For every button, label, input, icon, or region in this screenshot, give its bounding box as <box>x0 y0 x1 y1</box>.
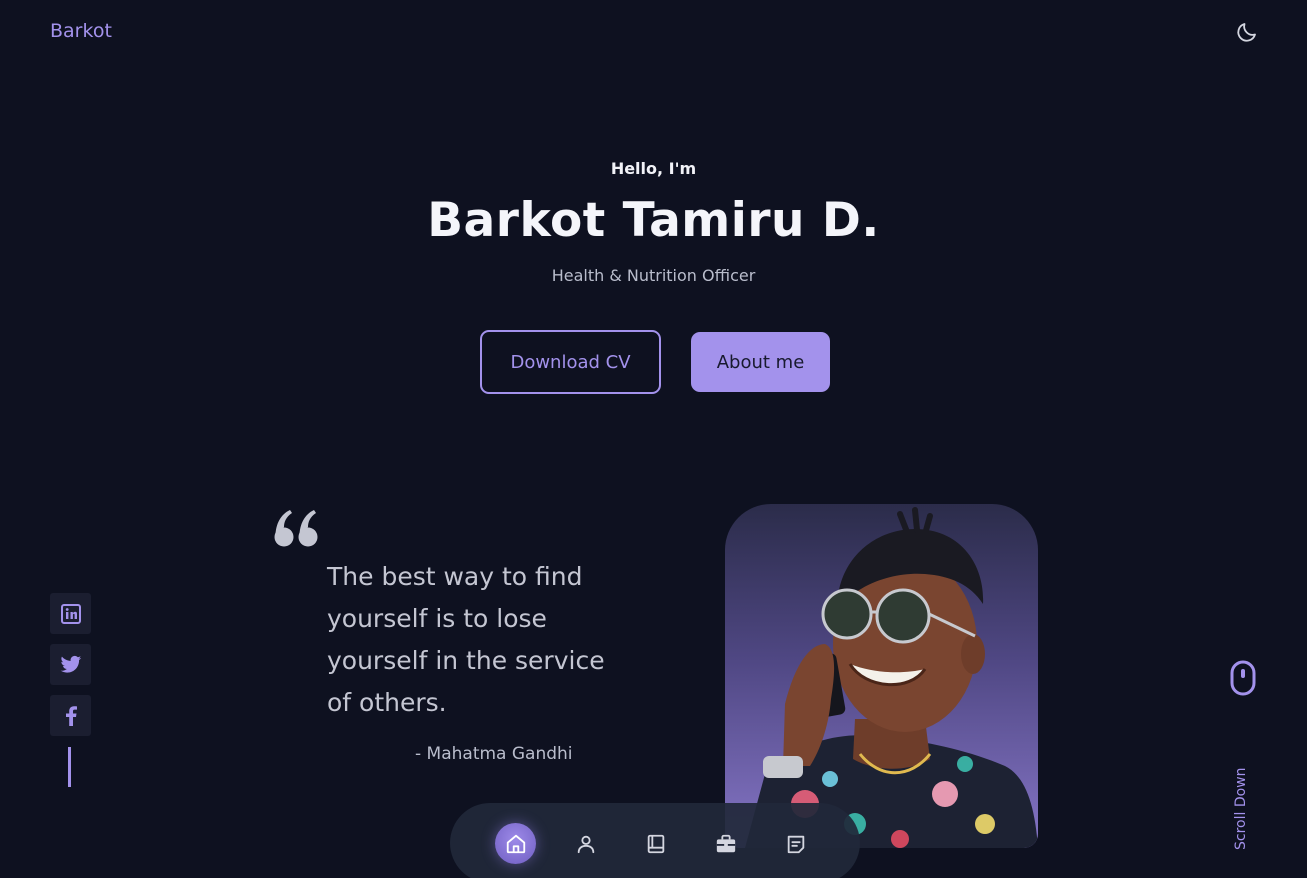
book-icon <box>647 834 664 853</box>
home-icon <box>506 834 525 853</box>
theme-toggle-button[interactable] <box>1234 19 1260 45</box>
person-portrait <box>745 507 1038 848</box>
nav-resume[interactable] <box>635 823 676 864</box>
twitter-link[interactable] <box>50 644 91 685</box>
about-me-button[interactable]: About me <box>691 332 830 392</box>
profile-photo <box>725 504 1038 848</box>
page-title: Barkot Tamiru D. <box>427 193 880 248</box>
site-logo[interactable]: Barkot <box>50 20 112 42</box>
twitter-icon <box>60 655 81 673</box>
mouse-icon <box>1230 660 1256 696</box>
message-icon <box>787 835 804 853</box>
bottom-nav <box>450 803 860 878</box>
quote-icon <box>274 510 318 547</box>
download-cv-button[interactable]: Download CV <box>480 330 661 394</box>
job-title: Health & Nutrition Officer <box>551 266 756 285</box>
user-icon <box>577 835 594 853</box>
moon-icon <box>1237 23 1256 42</box>
facebook-link[interactable] <box>50 695 91 736</box>
social-links <box>50 593 91 736</box>
facebook-icon <box>65 705 77 726</box>
linkedin-link[interactable] <box>50 593 91 634</box>
greeting: Hello, I'm <box>610 159 697 178</box>
nav-about[interactable] <box>565 823 606 864</box>
linkedin-icon <box>60 603 81 624</box>
nav-portfolio[interactable] <box>705 823 746 864</box>
quote-text: The best way to find yourself is to lose… <box>327 562 605 717</box>
briefcase-icon <box>716 834 735 852</box>
nav-home[interactable] <box>495 823 536 864</box>
scroll-down-link[interactable]: Scroll Down <box>1228 660 1258 850</box>
quote-author: - Mahatma Gandhi <box>415 744 573 764</box>
nav-contact[interactable] <box>775 823 816 864</box>
page: Barkot Hello, I'm Barkot Tamiru D. Healt… <box>0 0 1307 878</box>
social-divider-line <box>68 747 71 787</box>
scroll-down-label: Scroll Down <box>1233 767 1249 851</box>
